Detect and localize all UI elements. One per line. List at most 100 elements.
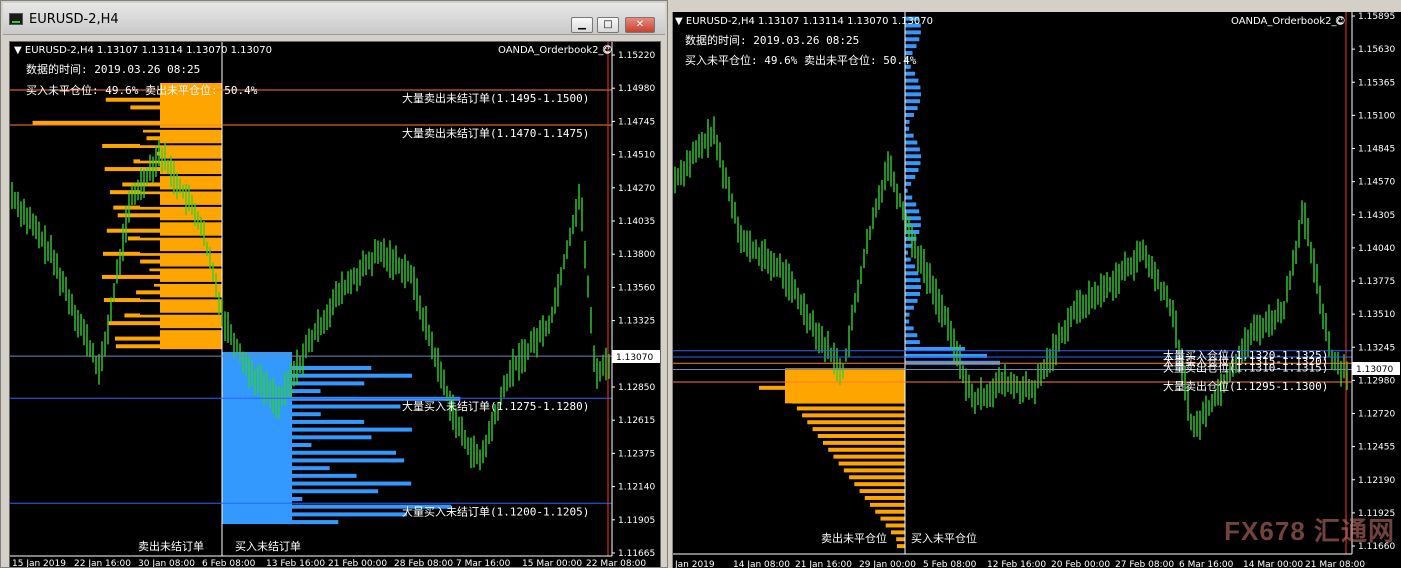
position-bar [905, 326, 914, 331]
price-tick-label: 1.12140 [618, 483, 655, 493]
price-tick-label: 1.12980 [1358, 376, 1395, 386]
price-tick-label: 1.14305 [1358, 211, 1395, 221]
price-tick-label: 1.14035 [618, 217, 655, 227]
orderbook-bar [222, 389, 321, 394]
position-bar [823, 440, 905, 445]
price-tick-label: 1.13325 [618, 317, 655, 327]
position-bar [905, 174, 916, 179]
position-bar [885, 523, 905, 528]
time-tick-label: 5 Feb 08:00 [923, 560, 977, 568]
position-bar [843, 468, 905, 473]
time-tick-label: 28 Feb 08:00 [394, 559, 453, 568]
time-axis[interactable]: 15 Jan 2019 22 Jan 16:00 30 Jan 08:00 6 Feb… [10, 555, 646, 568]
price-tick-label: 1.12455 [1358, 443, 1395, 453]
price-tick-label: 1.12850 [618, 383, 655, 393]
time-tick-label: 22 Jan 16:00 [74, 559, 131, 568]
position-bar [905, 312, 910, 317]
price-axis[interactable]: 1.15895 1.15630 1.15365 1.15100 1.14845 1.145… [1351, 12, 1395, 554]
time-tick-label: 15 Mar 00:00 [522, 559, 582, 568]
price-tick-label: 1.15100 [1358, 111, 1395, 121]
price-tick-label: 1.13245 [1358, 343, 1395, 353]
position-bar [905, 106, 918, 111]
orderbook-bar [222, 473, 357, 478]
time-tick-label: 21 Mar 08:00 [1305, 560, 1365, 568]
positions-ratio-label: 买入未平仓位: 49.6% 卖出未平仓位: 50.4% [26, 83, 258, 97]
price-tick-label: 1.14040 [1358, 244, 1395, 254]
time-tick-label: 14 Jan 08:00 [733, 560, 790, 568]
price-tick-label: 1.14270 [618, 184, 655, 194]
sell-orders-label: 卖出未结订单 [138, 539, 204, 553]
time-tick-label: 21 Feb 00:00 [328, 559, 387, 568]
chart-header: ▼ EURUSD-2,H4 1.13107 1.13114 1.13070 1.… [14, 45, 272, 56]
position-bar [905, 333, 918, 338]
position-bar [905, 71, 915, 76]
price-tick-label: 1.13775 [1358, 277, 1395, 287]
price-tick-label: 1.13510 [1358, 310, 1395, 320]
position-bar [849, 475, 905, 480]
orderbook-bar [222, 466, 330, 471]
position-bar [905, 30, 921, 35]
position-bar [905, 99, 920, 104]
position-bar [875, 509, 905, 514]
position-bar [905, 264, 915, 269]
price-chart-right[interactable]: ▼ EURUSD-2,H4 1.13107 1.13114 1.13070 1.… [672, 12, 1401, 568]
maximize-button[interactable]: □ [597, 17, 619, 33]
price-tick-label: 1.14845 [1358, 145, 1395, 155]
buy-orders-label: 买入未结订单 [235, 540, 301, 553]
position-bar [812, 427, 905, 432]
price-tick-label: 1.15895 [1358, 12, 1395, 22]
time-tick-label: 12 Feb 16:00 [987, 560, 1046, 568]
minimize-button[interactable]: ▁ [571, 17, 593, 33]
time-tick-label: 29 Jan 00:00 [859, 560, 916, 568]
orderbook-bar [222, 412, 321, 417]
position-bar [905, 291, 920, 296]
price-axis[interactable]: 1.15220 1.14980 1.14745 1.14510 1.14270 1.140… [611, 42, 655, 559]
time-tick-label: 21 Jan 16:00 [795, 560, 852, 568]
position-bar [870, 502, 905, 507]
window-titlebar[interactable]: EURUSD-2,H4 ▁ □ ✕ [3, 3, 665, 35]
position-bar [905, 278, 921, 283]
price-tick-label: 1.12375 [618, 449, 655, 459]
orderbook-bar [222, 512, 408, 517]
position-bar [905, 257, 911, 262]
position-bar [905, 209, 920, 214]
orderbook-bar [222, 419, 365, 424]
smiley-icon: ☺ [1335, 16, 1345, 27]
orderbook-bar [222, 443, 312, 448]
time-tick-label: 6 Feb 08:00 [202, 559, 256, 568]
position-bar [905, 92, 921, 97]
position-bar [905, 271, 919, 276]
position-bar [905, 285, 921, 290]
level-lines [673, 12, 1352, 554]
price-chart-left[interactable]: ▼ EURUSD-2,H4 1.13107 1.13114 1.13070 1.… [9, 41, 661, 568]
position-bar [905, 223, 921, 228]
position-bar [833, 454, 905, 459]
time-tick-label: Jan 2019 [674, 560, 715, 568]
position-bar [905, 216, 921, 221]
position-bar [838, 461, 905, 466]
orderbook-bar [222, 496, 303, 501]
data-time-label: 数据的时间: 2019.03.26 08:25 [685, 33, 859, 47]
position-bar [854, 482, 905, 487]
price-tick-label: 1.15365 [1358, 78, 1395, 88]
sell-positions-label: 卖出未平仓位 [821, 531, 887, 545]
position-bar [905, 168, 919, 173]
position-bar [880, 516, 905, 521]
position-bar [802, 413, 905, 418]
time-tick-label: 14 Mar 00:00 [1243, 560, 1303, 568]
chart-window-left[interactable]: EURUSD-2,H4 ▁ □ ✕ ▼ EURUSD-2,H4 1.13107 … [0, 0, 668, 568]
time-tick-label: 13 Feb 16:00 [266, 559, 325, 568]
price-tick-label: 1.15220 [618, 51, 655, 61]
time-tick-label: 6 Mar 16:00 [1179, 560, 1234, 568]
level-label: 大量卖出未结订单(1.1495-1.1500) [402, 91, 589, 105]
positions-ratio-label: 买入未平仓位: 49.6% 卖出未平仓位: 50.4% [685, 53, 917, 67]
price-tick-label: 1.13800 [618, 250, 655, 260]
position-bar [905, 133, 914, 138]
price-tick-label: 1.14980 [618, 84, 655, 94]
close-button[interactable]: ✕ [625, 17, 655, 33]
buy-positions-label: 买入未平仓位 [911, 531, 977, 545]
time-axis[interactable]: Jan 2019 14 Jan 08:00 21 Jan 16:00 29 Jan 0… [673, 553, 1365, 568]
data-time-label: 数据的时间: 2019.03.26 08:25 [26, 62, 200, 76]
position-bar [864, 495, 905, 500]
position-bar [807, 420, 905, 425]
